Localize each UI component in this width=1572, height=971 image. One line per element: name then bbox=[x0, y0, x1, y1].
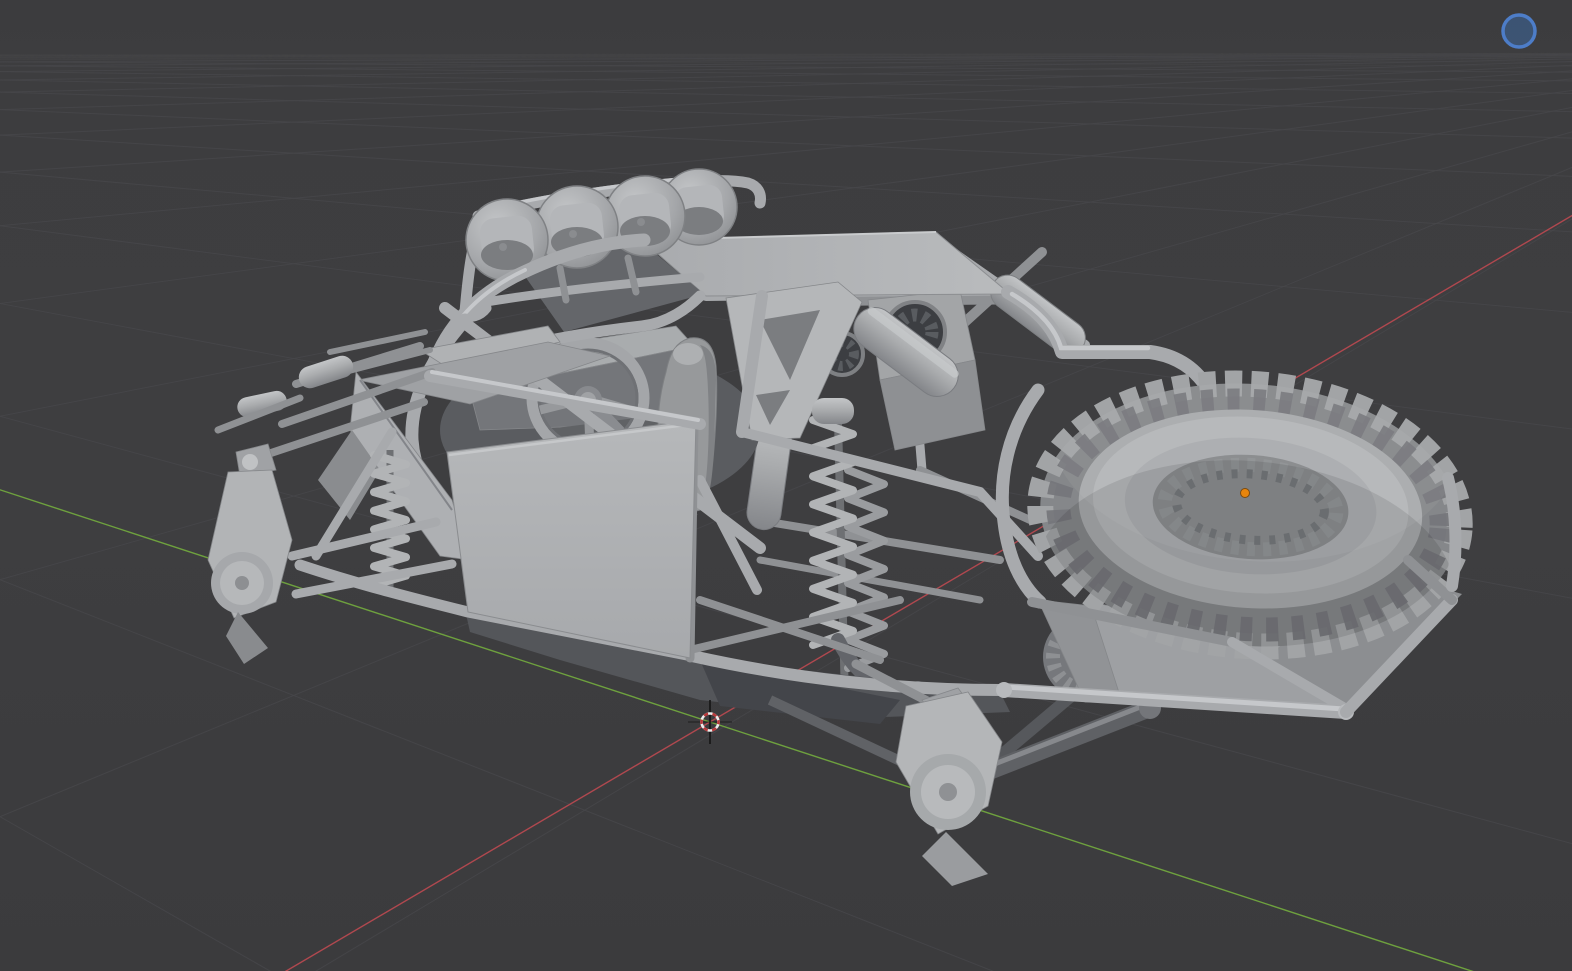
viewport-canvas[interactable] bbox=[0, 0, 1572, 971]
nav-gizmo-axis-ball[interactable] bbox=[1501, 13, 1537, 49]
object-origin-point[interactable] bbox=[1240, 488, 1250, 498]
3d-viewport[interactable] bbox=[0, 0, 1572, 971]
